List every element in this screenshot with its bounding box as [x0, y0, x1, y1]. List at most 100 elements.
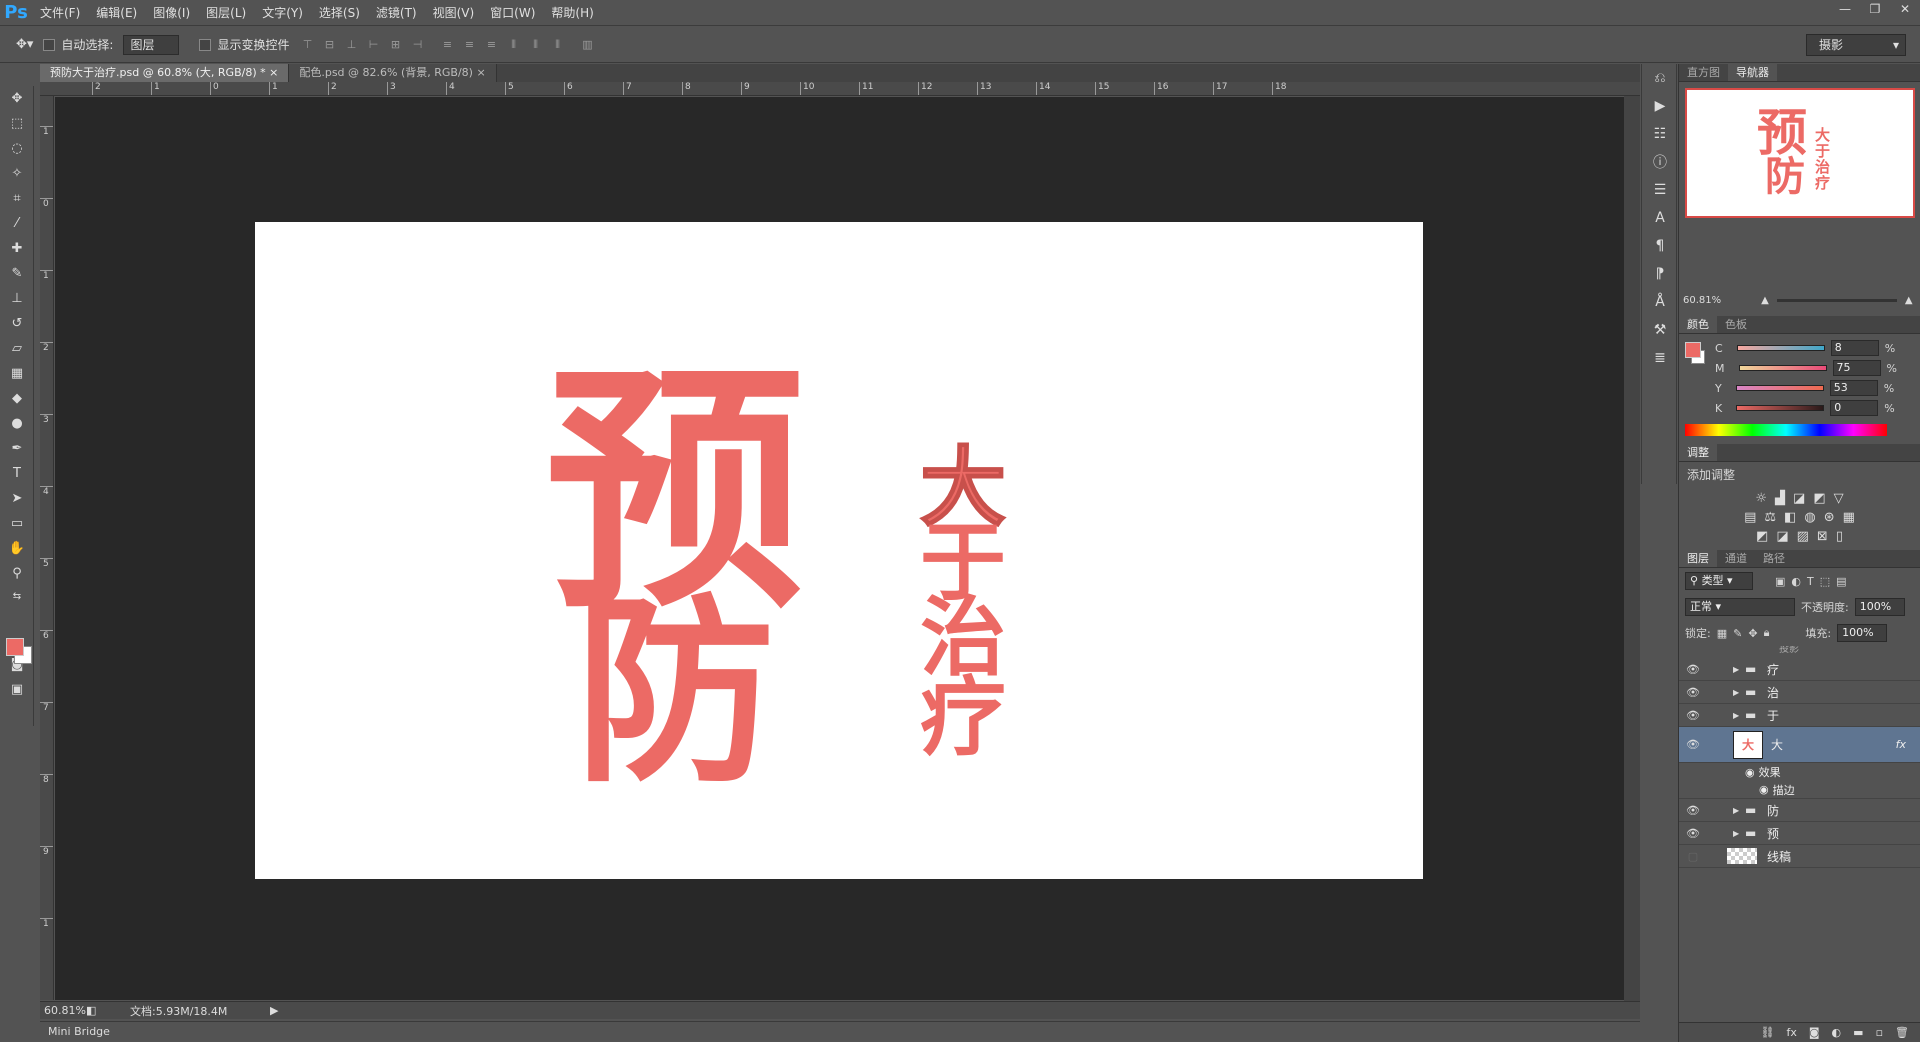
distribute-right-icon[interactable]: ⦀ — [549, 37, 565, 53]
type-tool-icon[interactable]: T — [0, 461, 34, 486]
layer-line-art[interactable]: ▢ 线稿 — [1679, 845, 1920, 868]
restore-button[interactable]: ❐ — [1860, 0, 1890, 18]
fx-icon[interactable]: fx — [1896, 738, 1906, 751]
workspace-dropdown[interactable]: 摄影 ▾ — [1806, 34, 1906, 56]
lock-all-icon[interactable]: 🔒︎ — [1764, 626, 1770, 640]
distribute-hcenter-icon[interactable]: ⦀ — [527, 37, 543, 53]
posterize-icon[interactable]: ◪ — [1776, 529, 1788, 544]
menu-edit[interactable]: 编辑(E) — [88, 0, 145, 26]
distribute-left-icon[interactable]: ⦀ — [505, 37, 521, 53]
black-white-icon[interactable]: ◧ — [1784, 510, 1796, 525]
expand-arrow-icon[interactable]: ▶ — [1733, 806, 1745, 815]
color-fg-chip[interactable] — [1685, 342, 1701, 358]
navigator-preview[interactable]: 预 防 大 于 治 疗 — [1685, 88, 1915, 218]
tab-document-2[interactable]: 配色.psd @ 82.6% (背景, RGB/8) × — [289, 64, 497, 82]
brush-tool-icon[interactable]: ✎ — [0, 261, 34, 286]
layer-comps-icon[interactable]: ☰ — [1642, 176, 1678, 204]
history-icon[interactable]: ⎌ — [1642, 64, 1678, 92]
brightness-icon[interactable]: ☼ — [1755, 491, 1767, 506]
zoom-in-icon[interactable]: ▲ — [1905, 295, 1913, 306]
color-balance-icon[interactable]: ⚖ — [1764, 510, 1776, 525]
curves-icon[interactable]: ◪ — [1793, 491, 1805, 506]
path-selection-tool-icon[interactable]: ➤ — [0, 486, 34, 511]
channel-k-input[interactable]: 0 — [1830, 400, 1879, 416]
menu-help[interactable]: 帮助(H) — [543, 0, 601, 26]
close-icon[interactable]: × — [269, 66, 278, 79]
photo-filter-icon[interactable]: ◍ — [1804, 510, 1815, 525]
effect-eye-icon[interactable]: ◉ — [1745, 766, 1755, 779]
status-menu-arrow-icon[interactable]: ▶ — [270, 1004, 278, 1017]
color-lookup-icon[interactable]: ▦ — [1843, 510, 1855, 525]
zoom-out-icon[interactable]: ▲ — [1761, 295, 1769, 306]
layer-group-liao[interactable]: 👁︎ ▶ ▬ 疗 — [1679, 658, 1920, 681]
lock-transparent-icon[interactable]: ▦ — [1717, 627, 1727, 640]
hue-saturation-icon[interactable]: ▤ — [1744, 510, 1756, 525]
auto-select-dropdown[interactable]: 图层 — [123, 34, 180, 55]
canvas-scrollbar[interactable] — [1624, 96, 1640, 1001]
tab-histogram[interactable]: 直方图 — [1679, 64, 1728, 81]
move-tool-preset-icon[interactable]: ✥▾ — [16, 37, 33, 52]
new-adjustment-icon[interactable]: ◐ — [1832, 1026, 1842, 1039]
menu-view[interactable]: 视图(V) — [425, 0, 483, 26]
distribute-bottom-icon[interactable]: ≡ — [483, 37, 499, 53]
paragraph-styles-icon[interactable]: Å — [1642, 288, 1678, 316]
invert-icon[interactable]: ◩ — [1756, 529, 1768, 544]
close-icon[interactable]: × — [476, 66, 485, 79]
add-mask-icon[interactable]: ◙ — [1809, 1026, 1820, 1039]
effect-eye-icon[interactable]: ◉ — [1759, 783, 1769, 796]
dodge-tool-icon[interactable]: ● — [0, 411, 34, 436]
crop-tool-icon[interactable]: ⌗ — [0, 186, 34, 211]
tab-navigator[interactable]: 导航器 — [1728, 64, 1777, 81]
paragraph-icon[interactable]: ¶ — [1642, 232, 1678, 260]
levels-icon[interactable]: ▟ — [1775, 491, 1785, 506]
tab-color[interactable]: 颜色 — [1679, 316, 1717, 333]
tab-adjustments[interactable]: 调整 — [1679, 444, 1717, 461]
canvas-area[interactable]: 预 防 大 于 治 疗 — [55, 97, 1639, 1000]
navigator-zoom-value[interactable]: 60.81% — [1683, 295, 1721, 306]
history-brush-tool-icon[interactable]: ↺ — [0, 311, 34, 336]
expand-arrow-icon[interactable]: ▶ — [1733, 829, 1745, 838]
channel-k-slider[interactable] — [1736, 405, 1825, 411]
layer-group-zhi[interactable]: 👁︎ ▶ ▬ 治 — [1679, 681, 1920, 704]
blur-tool-icon[interactable]: ◆ — [0, 386, 34, 411]
layer-group-yu[interactable]: 👁︎ ▶ ▬ 于 — [1679, 704, 1920, 727]
character-icon[interactable]: A — [1642, 204, 1678, 232]
layer-group-fang[interactable]: 👁︎ ▶ ▬ 防 — [1679, 799, 1920, 822]
menu-layer[interactable]: 图层(L) — [198, 0, 254, 26]
layer-kind-filter[interactable]: ⚲ 类型 ▾ — [1685, 572, 1753, 590]
lasso-tool-icon[interactable]: ◌ — [0, 136, 34, 161]
exposure-icon[interactable]: ◩ — [1813, 491, 1825, 506]
auto-align-icon[interactable]: ▥ — [579, 37, 595, 53]
color-spectrum-bar[interactable] — [1685, 424, 1887, 436]
gradient-map-icon[interactable]: ▯ — [1836, 529, 1843, 544]
zoom-level[interactable]: 60.81% — [40, 1004, 86, 1017]
channel-mixer-icon[interactable]: ⊛ — [1824, 510, 1835, 525]
close-button[interactable]: ✕ — [1890, 0, 1920, 18]
filter-type-icon[interactable]: T — [1807, 575, 1814, 588]
filter-adjust-icon[interactable]: ◐ — [1791, 575, 1801, 588]
channel-y-input[interactable]: 53 — [1829, 380, 1878, 396]
blend-mode-dropdown[interactable]: 正常 ▾ — [1685, 598, 1795, 616]
tool-presets-icon[interactable]: ⚒ — [1642, 316, 1678, 344]
rectangle-tool-icon[interactable]: ▭ — [0, 511, 34, 536]
link-layers-icon[interactable]: ⛓ — [1761, 1026, 1775, 1039]
filter-pixel-icon[interactable]: ▣ — [1775, 575, 1785, 588]
clone-stamp-tool-icon[interactable]: ⊥ — [0, 286, 34, 311]
menu-file[interactable]: 文件(F) — [32, 0, 88, 26]
pen-tool-icon[interactable]: ✒ — [0, 436, 34, 461]
document-canvas[interactable]: 预 防 大 于 治 疗 — [255, 222, 1423, 879]
visibility-eye-icon[interactable]: 👁︎ — [1679, 827, 1707, 840]
layer-effects-row[interactable]: ◉ 效果 — [1679, 763, 1920, 781]
align-hcenter-icon[interactable]: ⊞ — [387, 37, 403, 53]
status-info-icon[interactable]: ◧ — [86, 1004, 100, 1017]
distribute-vcenter-icon[interactable]: ≡ — [461, 37, 477, 53]
character-styles-icon[interactable]: ⁋ — [1642, 260, 1678, 288]
filter-shape-icon[interactable]: ⬚ — [1820, 575, 1830, 588]
minimize-button[interactable]: — — [1830, 0, 1860, 18]
foreground-color-swatch[interactable] — [6, 638, 24, 656]
delete-layer-icon[interactable]: 🗑︎ — [1895, 1026, 1909, 1039]
vibrance-icon[interactable]: ▽ — [1834, 491, 1844, 506]
expand-arrow-icon[interactable]: ▶ — [1733, 688, 1745, 697]
magic-wand-tool-icon[interactable]: ✧ — [0, 161, 34, 186]
screen-mode-icon[interactable]: ▣ — [0, 677, 34, 702]
